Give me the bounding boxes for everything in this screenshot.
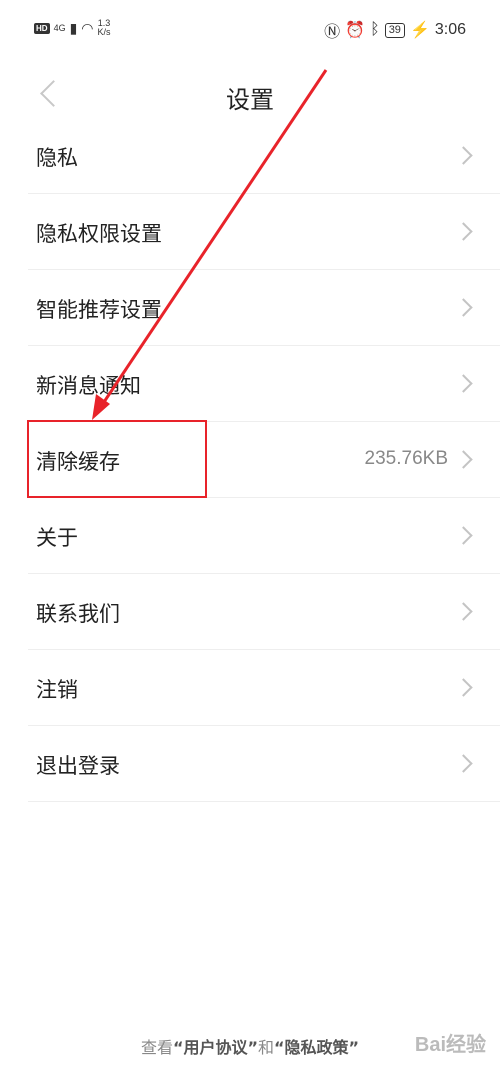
privacy-policy-link[interactable]: “隐私政策”	[274, 1038, 359, 1057]
annotation-arrow-line	[100, 69, 328, 406]
footer-and: 和	[258, 1038, 275, 1057]
footer-prefix: 查看	[140, 1038, 173, 1057]
user-agreement-link[interactable]: “用户协议”	[173, 1038, 258, 1057]
baidu-watermark: Bai经验	[414, 1034, 486, 1056]
annotation-arrow	[92, 69, 328, 420]
